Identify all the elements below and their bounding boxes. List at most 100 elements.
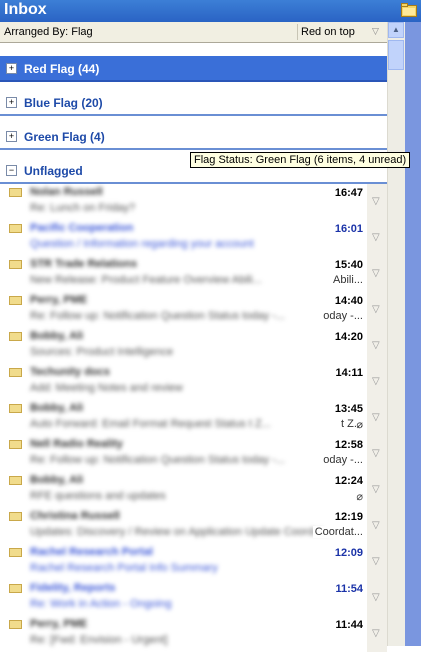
folder-icon[interactable] (401, 3, 417, 17)
flag-icon[interactable]: ▽ (372, 304, 380, 315)
message-time: 16:47 (334, 187, 363, 199)
envelope-icon (9, 224, 22, 233)
paperclip-icon: ⌀ (356, 419, 363, 431)
flag-column[interactable]: ▽ (367, 256, 387, 292)
arrange-by-label[interactable]: Arranged By: Flag (4, 26, 93, 38)
flag-icon[interactable]: ▽ (372, 340, 380, 351)
message-subject-tail: oday -... (321, 310, 363, 322)
envelope-icon (9, 512, 22, 521)
message-row[interactable]: Bobby, Ali Auto Forward: Email Format Req… (0, 400, 387, 436)
message-sender: Perry, PME (30, 618, 88, 630)
message-time: 11:54 (335, 583, 363, 595)
message-subject: Re: Lunch on Friday? (30, 202, 136, 214)
flag-column[interactable]: ▽ (367, 400, 387, 436)
flag-column[interactable]: ▽ (367, 472, 387, 508)
message-row[interactable]: Perry, PME Re: [Fwd: Envision - Urgent] 11… (0, 616, 387, 652)
message-sender: Bobby, Ali (30, 402, 84, 414)
title-bar: Inbox (0, 0, 421, 22)
scroll-up-button[interactable]: ▲ (388, 22, 404, 38)
group-red-flag[interactable]: + Red Flag (44) (0, 56, 387, 82)
flag-icon[interactable]: ▽ (372, 412, 380, 423)
message-time: 12:24 (334, 475, 363, 487)
group-label: Red Flag (44) (24, 62, 100, 76)
message-subject: Rachel Research Portal Info Summary (30, 562, 218, 574)
expand-icon[interactable]: + (6, 63, 17, 74)
group-blue-flag[interactable]: + Blue Flag (20) (0, 90, 387, 116)
flag-column[interactable]: ▽ (367, 364, 387, 400)
envelope-icon (9, 440, 22, 449)
message-row[interactable]: Nell Radio Reality Re: Follow up: Notific… (0, 436, 387, 472)
flag-column[interactable]: ▽ (367, 328, 387, 364)
arrange-by-bar[interactable]: Arranged By: Flag Red on top ▽ (0, 22, 387, 43)
message-row[interactable]: Bobby, Ali RFE questions and updates 12:24… (0, 472, 387, 508)
column-divider (297, 24, 298, 40)
message-sender: Pacific Cooperation (30, 222, 134, 234)
message-subject: Add: Meeting Notes and review (30, 382, 183, 394)
collapse-icon[interactable]: − (6, 165, 17, 176)
flag-icon[interactable]: ▽ (372, 448, 380, 459)
message-row[interactable]: Bobby, Ali Sources: Product Intelligence 1… (0, 328, 387, 364)
message-time: 11:44 (335, 619, 363, 631)
flag-column[interactable]: ▽ (367, 184, 387, 220)
message-row[interactable]: Techunity docs Add: Meeting Notes and rev… (0, 364, 387, 400)
message-sender: STR Trade Relations (30, 258, 137, 270)
flag-column[interactable]: ▽ (367, 508, 387, 544)
flag-icon[interactable]: ▽ (372, 484, 380, 495)
envelope-icon (9, 476, 22, 485)
message-row[interactable]: Fidelity, Reports Re: Work in Action - On… (0, 580, 387, 616)
flag-icon[interactable]: ▽ (372, 628, 380, 639)
expand-icon[interactable]: + (6, 131, 17, 142)
vertical-scrollbar[interactable]: ▲ (387, 22, 405, 646)
message-subject: Re: Work in Action - Ongoing (30, 598, 172, 610)
message-row[interactable]: Christina Russell Updates: Discovery / Re… (0, 508, 387, 544)
group-label: Green Flag (4) (24, 130, 105, 144)
message-subject-tail: Coordat... (312, 526, 363, 538)
flag-column[interactable]: ▽ (367, 292, 387, 328)
sort-flag-icon: ▽ (372, 26, 379, 36)
flag-column[interactable]: ▽ (367, 580, 387, 616)
message-row[interactable]: Perry, PME Re: Follow up: Notification Qu… (0, 292, 387, 328)
flag-column[interactable]: ▽ (367, 436, 387, 472)
envelope-icon (9, 584, 22, 593)
message-time: 15:40 (334, 259, 363, 271)
message-row[interactable]: Pacific Cooperation Question / Informatio… (0, 220, 387, 256)
group-label: Blue Flag (20) (24, 96, 103, 110)
flag-column[interactable]: ▽ (367, 544, 387, 580)
message-sender: Bobby, Ali (30, 474, 84, 486)
flag-icon[interactable]: ▽ (372, 556, 380, 567)
expand-icon[interactable]: + (6, 97, 17, 108)
message-sender: Bobby, Ali (30, 330, 84, 342)
envelope-icon (9, 332, 22, 341)
message-subject: Sources: Product Intelligence (30, 346, 174, 358)
flag-icon[interactable]: ▽ (372, 520, 380, 531)
message-subject: Auto Forward: Email Format Request Statu… (30, 418, 271, 430)
message-sender: Nell Radio Reality (30, 438, 123, 450)
message-time: 16:01 (334, 223, 363, 235)
message-time: 12:58 (334, 439, 363, 451)
message-subject: Updates: Discovery / Review on Applicati… (30, 526, 333, 538)
message-sender: Fidelity, Reports (30, 582, 116, 594)
flag-icon[interactable]: ▽ (372, 592, 380, 603)
flag-icon[interactable]: ▽ (372, 268, 380, 279)
envelope-icon (9, 260, 22, 269)
group-green-flag[interactable]: + Green Flag (4) (0, 124, 387, 150)
pane-border (405, 22, 421, 646)
scroll-thumb[interactable] (388, 40, 404, 70)
sort-order-label[interactable]: Red on top (301, 26, 355, 38)
message-time: 14:40 (334, 295, 363, 307)
flag-icon[interactable]: ▽ (372, 376, 380, 387)
message-subject-tail: Abili... (331, 274, 363, 286)
flag-column[interactable]: ▽ (367, 616, 387, 652)
message-sender: Nolan Russell (30, 186, 103, 198)
flag-column[interactable]: ▽ (367, 220, 387, 256)
envelope-icon (9, 620, 22, 629)
message-row[interactable]: Rachel Research Portal Rachel Research Po… (0, 544, 387, 580)
flag-icon[interactable]: ▽ (372, 196, 380, 207)
message-sender: Techunity docs (30, 366, 110, 378)
message-row[interactable]: Nolan Russell Re: Lunch on Friday? 16:47 ▽ (0, 184, 387, 220)
flag-icon[interactable]: ▽ (372, 232, 380, 243)
message-row[interactable]: STR Trade Relations New Release: Product … (0, 256, 387, 292)
envelope-icon (9, 404, 22, 413)
envelope-icon (9, 188, 22, 197)
message-subject: Re: Follow up: Notification Question Sta… (30, 310, 285, 322)
